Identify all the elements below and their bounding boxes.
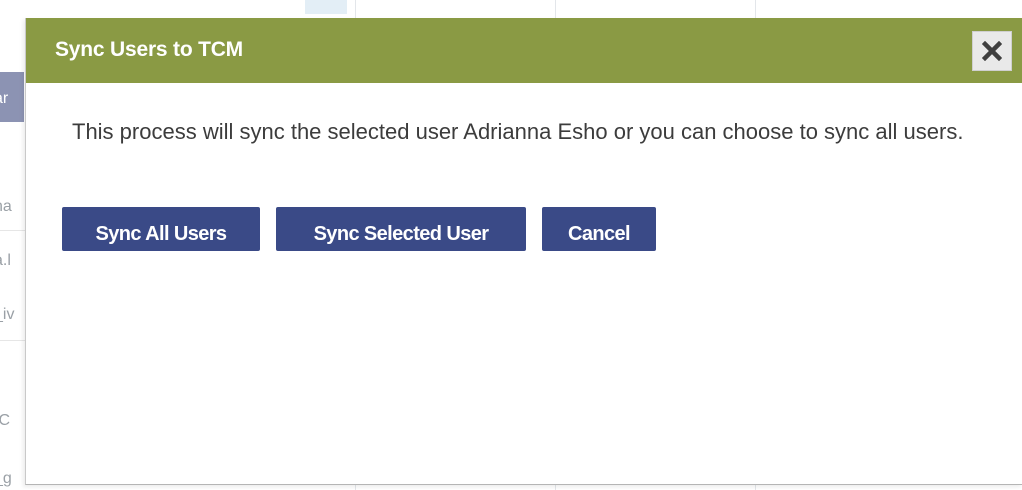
dialog-header: Sync Users to TCM	[26, 18, 1022, 83]
sync-all-users-button[interactable]: Sync All Users	[62, 207, 260, 251]
close-icon	[982, 41, 1002, 61]
background-highlight	[305, 0, 347, 14]
close-button[interactable]	[972, 31, 1012, 71]
cancel-button[interactable]: Cancel	[542, 207, 656, 251]
sync-selected-user-button[interactable]: Sync Selected User	[276, 207, 526, 251]
sync-users-dialog: Sync Users to TCM This process will sync…	[25, 18, 1022, 485]
dialog-title: Sync Users to TCM	[55, 38, 243, 61]
dialog-message: This process will sync the selected user…	[72, 119, 964, 144]
background-header-text: ar	[0, 90, 9, 107]
